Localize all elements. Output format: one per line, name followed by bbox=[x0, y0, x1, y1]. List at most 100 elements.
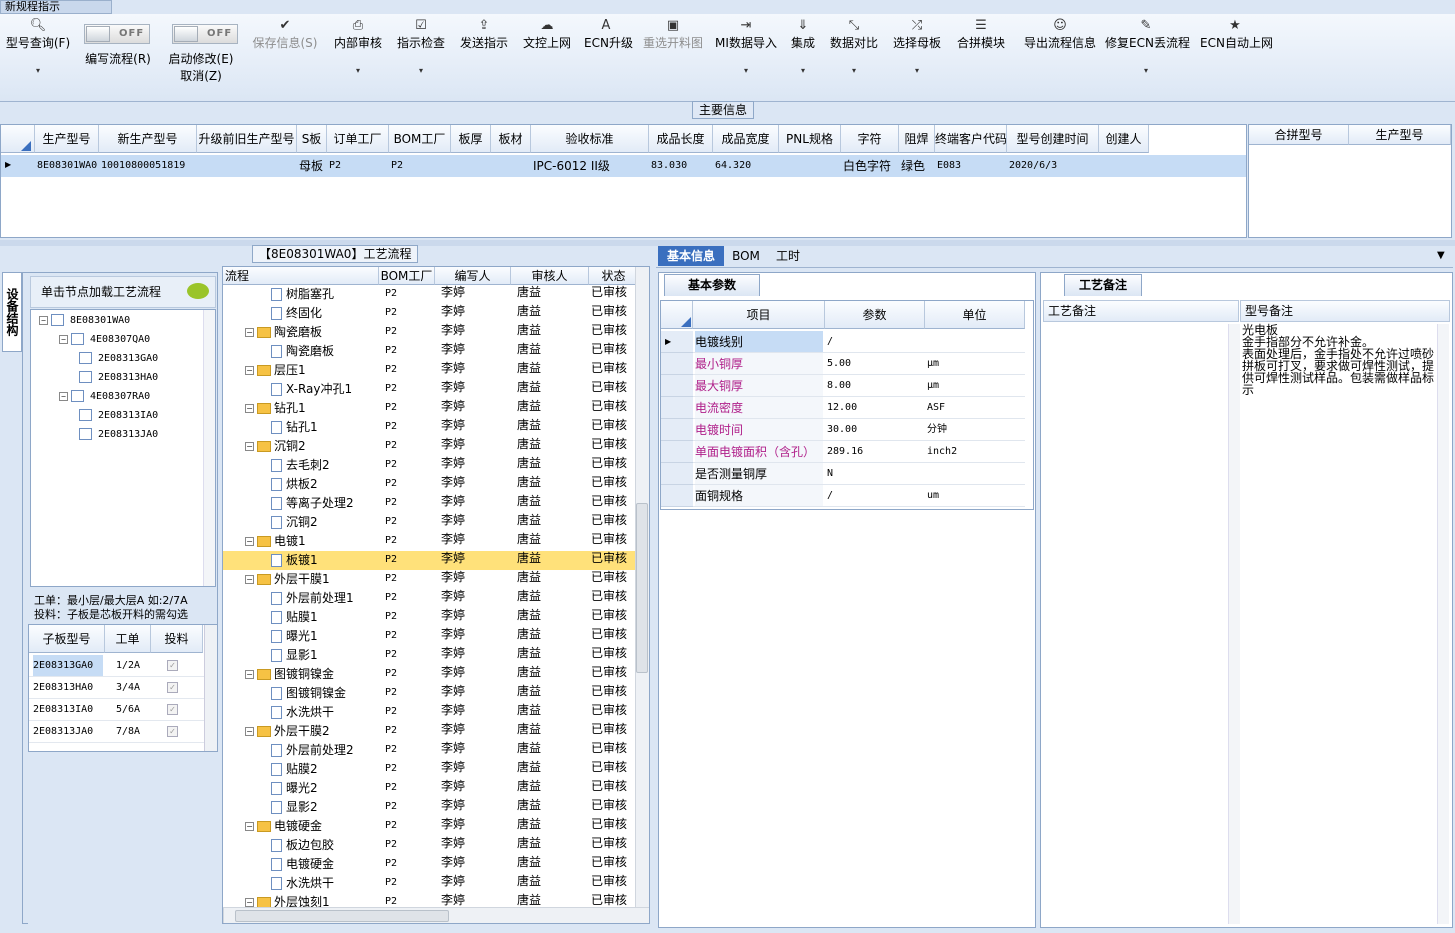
right-tab-2[interactable]: 工时 bbox=[768, 246, 808, 266]
tree-node[interactable]: 2E08313HA0 bbox=[79, 370, 158, 386]
process-row[interactable]: 去毛刺2 P2 李婷 唐益 已审核 bbox=[223, 456, 641, 475]
sub-cell-order[interactable]: 7/8A bbox=[105, 721, 151, 743]
param-value[interactable]: / bbox=[827, 331, 923, 353]
checkbox[interactable] bbox=[79, 409, 92, 421]
process-row[interactable]: − 图镀铜镍金 P2 李婷 唐益 已审核 bbox=[223, 665, 641, 684]
main-col-header[interactable]: 创建人 bbox=[1099, 125, 1149, 153]
collapse-icon[interactable]: − bbox=[245, 537, 254, 546]
checkbox[interactable] bbox=[79, 371, 92, 383]
main-col-header[interactable]: 字符 bbox=[841, 125, 899, 153]
main-col-header[interactable]: 板厚 bbox=[451, 125, 491, 153]
process-row[interactable]: 沉铜2 P2 李婷 唐益 已审核 bbox=[223, 513, 641, 532]
params-col-header[interactable]: 项目 bbox=[693, 301, 825, 329]
toolbar-button-smile[interactable]: ☺ 导出流程信息 bbox=[1018, 16, 1102, 51]
toolbar-button-check[interactable]: ✔ 保存信息(S) bbox=[250, 16, 320, 51]
main-row-selected[interactable]: ▶ 8E08301WA0 10010800051819 母板 P2 P2 IPC-6012 … bbox=[1, 155, 1246, 177]
main-col-header[interactable]: PNL规格 bbox=[779, 125, 841, 153]
main-col-header[interactable]: 阻焊 bbox=[899, 125, 935, 153]
main-col-header[interactable]: 新生产型号 bbox=[99, 125, 197, 153]
main-col-header[interactable]: 型号创建时间 bbox=[1007, 125, 1099, 153]
param-value[interactable]: 12.00 bbox=[827, 397, 923, 419]
feed-checkbox[interactable]: ✓ bbox=[167, 726, 178, 737]
process-row[interactable]: X-Ray冲孔1 P2 李婷 唐益 已审核 bbox=[223, 380, 641, 399]
toolbar-button-compress[interactable]: ⤡ 数据对比 ▾ bbox=[829, 16, 879, 78]
toolbar-button-search[interactable]: 🔍︎ 型号查询(F) ▾ bbox=[4, 16, 72, 78]
feed-checkbox[interactable]: ✓ bbox=[167, 704, 178, 715]
param-value[interactable]: 5.00 bbox=[827, 353, 923, 375]
collapse-icon[interactable]: − bbox=[245, 328, 254, 337]
sub-cell-order[interactable]: 3/4A bbox=[105, 677, 151, 699]
main-col-header[interactable]: BOM工厂 bbox=[389, 125, 451, 153]
tree-node[interactable]: − 4E08307QA0 bbox=[59, 332, 150, 348]
process-row[interactable]: 烘板2 P2 李婷 唐益 已审核 bbox=[223, 475, 641, 494]
process-row[interactable]: 电镀硬金 P2 李婷 唐益 已审核 bbox=[223, 855, 641, 874]
toolbar-button-font[interactable]: A ECN升级 bbox=[584, 16, 633, 51]
process-row[interactable]: 陶瓷磨板 P2 李婷 唐益 已审核 bbox=[223, 342, 641, 361]
checkbox[interactable] bbox=[79, 352, 92, 364]
tree-node[interactable]: 2E08313JA0 bbox=[79, 427, 158, 443]
left-vscroll[interactable] bbox=[204, 625, 217, 751]
process-row[interactable]: 树脂塞孔 P2 李婷 唐益 已审核 bbox=[223, 285, 641, 304]
checkbox[interactable] bbox=[51, 314, 64, 326]
main-col-header[interactable]: 生产型号 bbox=[35, 125, 99, 153]
checkbox[interactable] bbox=[79, 428, 92, 440]
toolbar-button-print[interactable]: ⎙ 内部审核 ▾ bbox=[332, 16, 384, 78]
process-col-header[interactable]: 流程 bbox=[223, 267, 379, 285]
sub-col-header[interactable]: 投料 bbox=[151, 625, 203, 653]
toolbar-button-image[interactable]: ▣ 重选开料图 bbox=[641, 16, 705, 51]
checkbox[interactable] bbox=[71, 390, 84, 402]
process-row[interactable]: 外层前处理1 P2 李婷 唐益 已审核 bbox=[223, 589, 641, 608]
tree-node[interactable]: 2E08313GA0 bbox=[79, 351, 158, 367]
process-vscroll-thumb[interactable] bbox=[636, 503, 648, 673]
toolbar-button-star[interactable]: ★ ECN自动上网 bbox=[1200, 16, 1273, 51]
main-col-header[interactable]: 验收标准 bbox=[531, 125, 649, 153]
tree-vscroll[interactable] bbox=[203, 310, 215, 586]
main-col-header[interactable]: 成品宽度 bbox=[713, 125, 779, 153]
toolbar-button-import[interactable]: ⇥ MI数据导入 ▾ bbox=[714, 16, 778, 78]
params-col-header[interactable]: 单位 bbox=[925, 301, 1025, 329]
toggle-write-flow[interactable]: OFF bbox=[84, 24, 150, 44]
collapse-icon[interactable]: − bbox=[245, 404, 254, 413]
process-row[interactable]: 钻孔1 P2 李婷 唐益 已审核 bbox=[223, 418, 641, 437]
toolbar-button-cloud-upload[interactable]: ☁ 文控上网 bbox=[521, 16, 573, 51]
collapse-icon[interactable]: − bbox=[245, 575, 254, 584]
collapse-icon[interactable]: − bbox=[245, 727, 254, 736]
process-row[interactable]: 显影2 P2 李婷 唐益 已审核 bbox=[223, 798, 641, 817]
process-row[interactable]: 曝光1 P2 李婷 唐益 已审核 bbox=[223, 627, 641, 646]
param-value[interactable]: 30.00 bbox=[827, 419, 923, 441]
window-tab[interactable]: 新规程指示 bbox=[0, 0, 112, 14]
cancel-button[interactable]: 取消(Z) bbox=[178, 69, 224, 84]
process-row[interactable]: − 电镀1 P2 李婷 唐益 已审核 bbox=[223, 532, 641, 551]
process-row[interactable]: 水洗烘干 P2 李婷 唐益 已审核 bbox=[223, 703, 641, 722]
combine-col-header[interactable]: 生产型号 bbox=[1349, 125, 1451, 145]
collapse-icon[interactable]: − bbox=[245, 366, 254, 375]
model-note-text[interactable]: 光电板 金手指部分不允许补金。 表面处理后，金手指处不允许过喷砂 拼板可打叉，要… bbox=[1242, 324, 1436, 924]
main-col-header[interactable]: 终端客户代码 bbox=[935, 125, 1007, 153]
combine-col-header[interactable]: 合拼型号 bbox=[1249, 125, 1349, 145]
process-row[interactable]: − 陶瓷磨板 P2 李婷 唐益 已审核 bbox=[223, 323, 641, 342]
main-col-header[interactable]: 升级前旧生产型号 bbox=[197, 125, 297, 153]
right-tab-0[interactable]: 基本信息 bbox=[658, 246, 724, 266]
toolbar-button-download[interactable]: ⇓ 集成 ▾ bbox=[790, 16, 816, 78]
main-col-header[interactable]: 订单工厂 bbox=[327, 125, 389, 153]
tab-basic-params[interactable]: 基本参数 bbox=[664, 274, 760, 296]
process-row[interactable]: 显影1 P2 李婷 唐益 已审核 bbox=[223, 646, 641, 665]
collapse-icon[interactable]: − bbox=[245, 898, 254, 907]
toggle-start-edit[interactable]: OFF bbox=[172, 24, 238, 44]
sub-col-header[interactable]: 工单 bbox=[105, 625, 151, 653]
left-side-tab[interactable]: 设备结构 bbox=[2, 272, 22, 352]
param-value[interactable]: 8.00 bbox=[827, 375, 923, 397]
process-row[interactable]: − 外层干膜2 P2 李婷 唐益 已审核 bbox=[223, 722, 641, 741]
main-col-header[interactable]: 成品长度 bbox=[649, 125, 713, 153]
tab-dropdown-icon[interactable]: ▼ bbox=[1437, 250, 1445, 261]
process-row[interactable]: 图镀铜镍金 P2 李婷 唐益 已审核 bbox=[223, 684, 641, 703]
collapse-icon[interactable]: − bbox=[59, 334, 68, 344]
process-row[interactable]: 贴膜2 P2 李婷 唐益 已审核 bbox=[223, 760, 641, 779]
process-row[interactable]: − 外层干膜1 P2 李婷 唐益 已审核 bbox=[223, 570, 641, 589]
sub-col-header[interactable]: 子板型号 bbox=[29, 625, 105, 653]
collapse-icon[interactable]: − bbox=[245, 822, 254, 831]
param-value[interactable]: N bbox=[827, 463, 923, 485]
process-row[interactable]: 水洗烘干 P2 李婷 唐益 已审核 bbox=[223, 874, 641, 893]
process-row[interactable]: 贴膜1 P2 李婷 唐益 已审核 bbox=[223, 608, 641, 627]
checkbox[interactable] bbox=[71, 333, 84, 345]
